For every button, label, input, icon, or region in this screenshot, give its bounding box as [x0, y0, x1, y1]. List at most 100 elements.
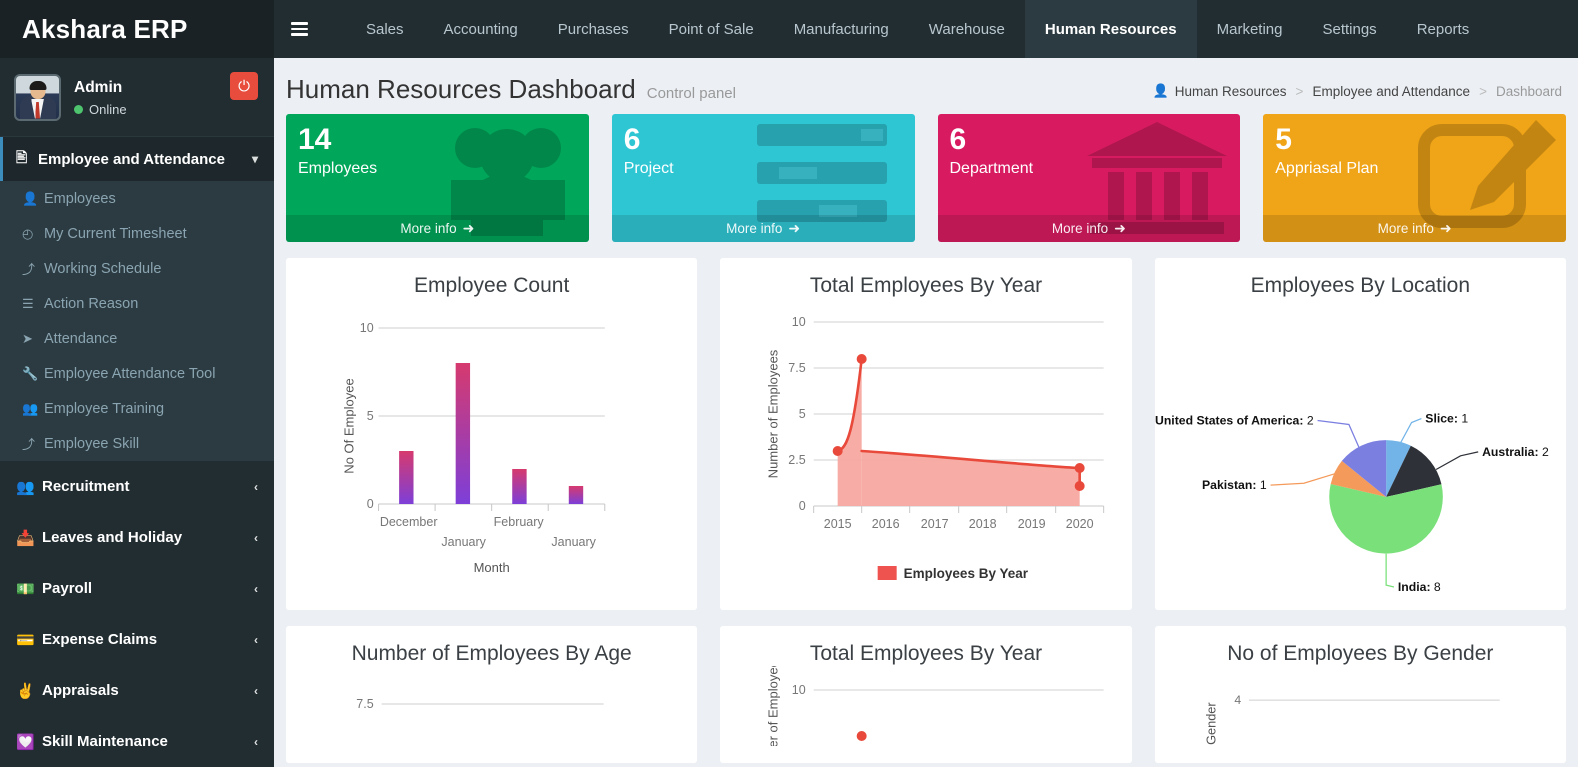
tab-purchases[interactable]: Purchases [538, 0, 649, 58]
x-tick: January [441, 535, 486, 549]
sidebar-subitem-label: My Current Timesheet [44, 225, 187, 242]
sidebar-subitem-employee-training[interactable]: 👥 Employee Training [0, 391, 274, 426]
brand-name: Akshara ERP [22, 13, 188, 44]
tab-warehouse[interactable]: Warehouse [909, 0, 1025, 58]
stat-card-employees[interactable]: 14 Employees More info ➜ [286, 114, 589, 242]
chart-canvas: 10 7.5 5 2.5 0 Number of Employees 2015 … [720, 298, 1131, 594]
sidebar-item-expense-claims[interactable]: 💳 Expense Claims ‹ [0, 614, 274, 665]
stat-value: 6 [623, 123, 641, 156]
sidebar-subitem-label: Employee Training [44, 400, 165, 417]
tab-point-of-sale[interactable]: Point of Sale [649, 0, 774, 58]
sidebar-item-recruitment[interactable]: 👥 Recruitment ‹ [0, 461, 274, 512]
x-tick: 2019 [1018, 517, 1046, 531]
breadcrumb-item-employee-and-attendance[interactable]: Employee and Attendance [1312, 84, 1470, 99]
chart-canvas: 10 5 0 No Of Employee December January F… [286, 298, 697, 594]
x-tick: 2015 [824, 517, 852, 531]
sidebar-sections: 👥 Recruitment ‹ 📥 Leaves and Holiday ‹ 💵… [0, 461, 274, 767]
stat-card-department[interactable]: 6 Department More info ➜ [937, 114, 1241, 242]
breadcrumb-item-human-resources[interactable]: Human Resources [1175, 84, 1287, 99]
y-tick: 0 [799, 499, 806, 513]
more-info-link[interactable]: More info ➜ [286, 215, 589, 242]
bar-chart-svg-2: 7.5 [356, 697, 604, 711]
chart-employees-by-gender: No of Employees By Gender 4 Gender [1154, 626, 1566, 763]
pie-label-pakistan: Pakistan: 1 [1202, 478, 1267, 492]
sidebar-subitem-action-reason[interactable]: ☰ Action Reason [0, 286, 274, 321]
user-status: Online [74, 102, 127, 117]
sidebar-subitem-employee-skill[interactable]: ⤴ Employee Skill [0, 426, 274, 461]
y-tick: 10 [792, 683, 806, 697]
chart-employee-count: Employee Count 10 5 0 No Of Employee Dec… [286, 258, 698, 610]
money-icon: 💵 [16, 580, 35, 598]
tab-accounting[interactable]: Accounting [424, 0, 538, 58]
y-axis-title: No Of Employee [342, 378, 357, 473]
charts-row-2: Number of Employees By Age 7.5 Total Emp… [274, 610, 1578, 763]
sidebar-item-employee-and-attendance[interactable]: 🖹 Employee and Attendance ▾ [0, 137, 274, 181]
pie-label-name: Pakistan [1202, 478, 1252, 492]
stat-label: Appriasal Plan [1275, 160, 1379, 177]
chart-title: Total Employees By Year [809, 642, 1043, 665]
tab-manufacturing[interactable]: Manufacturing [774, 0, 909, 58]
stat-value: 6 [949, 123, 967, 156]
more-info-label: More info [1051, 221, 1109, 236]
sidebar-subitem-working-schedule[interactable]: ⤴ Working Schedule [0, 251, 274, 286]
sidebar-item-appraisals[interactable]: ✌ Appraisals ‹ [0, 665, 274, 716]
more-info-link[interactable]: More info ➜ [1263, 215, 1566, 242]
brand-logo[interactable]: Akshara ERP [0, 0, 274, 58]
hand-icon: ✌ [16, 682, 35, 700]
stat-value: 5 [1275, 123, 1292, 156]
sidebar-subitem-employee-attendance-tool[interactable]: 🔧 Employee Attendance Tool [0, 356, 274, 391]
sidebar-subitem-label: Employees [44, 190, 116, 207]
legend-label: Employees By Year [904, 566, 1029, 581]
more-info-link[interactable]: More info ➜ [937, 215, 1241, 242]
y-tick: 4 [1234, 693, 1241, 707]
arrow-circle-right-icon: ➜ [1439, 220, 1452, 236]
x-tick: 2017 [921, 517, 949, 531]
page-header: Human Resources Dashboard Control panel … [274, 58, 1578, 114]
app-root: Akshara ERP Admin Online ⏻ 🖹 Employee an… [0, 0, 1578, 767]
arrow-circle-right-icon: ➜ [462, 220, 475, 236]
sidebar-subitem-my-current-timesheet[interactable]: ◴ My Current Timesheet [0, 216, 274, 251]
area-chart-svg-2: 10 Number of Employees [766, 653, 1104, 763]
paper-plane-icon: ➤ [22, 330, 33, 346]
tab-sales[interactable]: Sales [346, 0, 424, 58]
sidebar-item-leaves-and-holiday[interactable]: 📥 Leaves and Holiday ‹ [0, 512, 274, 563]
y-tick: 2.5 [789, 453, 806, 467]
more-info-label: More info [1377, 221, 1434, 236]
pie-label-value: 2 [1306, 413, 1313, 427]
sidebar-item-payroll[interactable]: 💵 Payroll ‹ [0, 563, 274, 614]
x-tick: 2018 [969, 517, 997, 531]
stat-label: Employees [298, 160, 378, 177]
upload-icon: ⤴ [22, 262, 36, 277]
chart-title: Employee Count [414, 274, 570, 297]
tab-settings[interactable]: Settings [1302, 0, 1396, 58]
more-info-label: More info [400, 221, 457, 236]
sidebar-item-skill-maintenance[interactable]: 💟 Skill Maintenance ‹ [0, 716, 274, 767]
tab-human-resources[interactable]: Human Resources [1024, 0, 1197, 58]
breadcrumb: 👤 Human Resources > Employee and Attenda… [1153, 83, 1562, 99]
hamburger-icon[interactable] [274, 0, 324, 58]
y-axis-title: Gender [1203, 702, 1218, 745]
credit-card-icon: 💳 [16, 631, 35, 649]
stat-card-project[interactable]: 6 Project More info ➜ [611, 114, 915, 242]
top-navbar: Sales Accounting Purchases Point of Sale… [274, 0, 1578, 58]
stat-value: 14 [298, 123, 332, 156]
y-tick: 5 [367, 409, 374, 423]
user-icon: 👤 [1152, 83, 1169, 98]
chart-canvas: Slice: 1 Australia: 2 India: 8 Pakistan:… [1155, 298, 1566, 594]
top-nav-links: Sales Accounting Purchases Point of Sale… [346, 0, 1489, 58]
sidebar-item-label: Expense Claims [42, 631, 158, 648]
tab-marketing[interactable]: Marketing [1197, 0, 1303, 58]
users-icon: 👥 [22, 400, 39, 416]
tab-reports[interactable]: Reports [1397, 0, 1490, 58]
sidebar-item-label: Leaves and Holiday [42, 529, 183, 546]
power-icon[interactable]: ⏻ [230, 72, 258, 100]
sidebar-item-label: Skill Maintenance [42, 733, 168, 750]
more-info-link[interactable]: More info ➜ [611, 215, 915, 242]
chevron-left-icon: ‹ [254, 683, 258, 698]
chart-total-employees-by-year-2: Total Employees By Year 10 Number of Emp… [720, 626, 1132, 763]
sidebar-subitem-attendance[interactable]: ➤ Attendance [0, 321, 274, 356]
sidebar-subitem-employees[interactable]: 👤 Employees [0, 181, 274, 216]
file-text-icon: 🖹 [16, 149, 28, 165]
stat-card-appriasal-plan[interactable]: 5 Appriasal Plan More info ➜ [1263, 114, 1566, 242]
clock-icon: ◴ [22, 225, 34, 241]
